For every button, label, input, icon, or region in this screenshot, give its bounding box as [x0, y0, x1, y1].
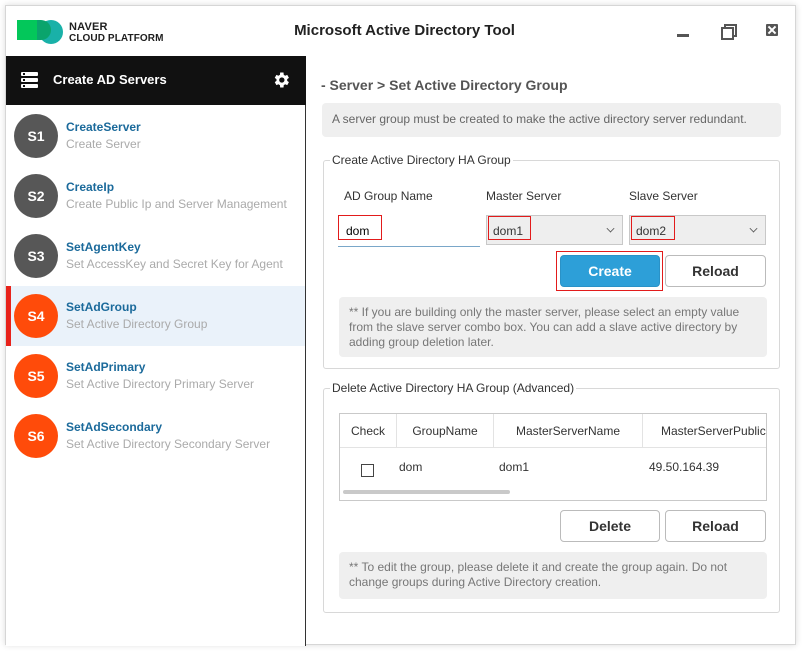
delete-group-note: ** To edit the group, please delete it a…: [339, 552, 767, 599]
sidebar-title: Create AD Servers: [53, 72, 167, 87]
step-setadsecondary[interactable]: S6 SetAdSecondary Set Active Directory S…: [6, 406, 305, 466]
minimize-icon[interactable]: [676, 24, 690, 38]
chevron-down-icon: [606, 224, 615, 233]
reload-button-delete[interactable]: Reload: [665, 510, 766, 542]
step-setagentkey[interactable]: S3 SetAgentKey Set AccessKey and Secret …: [6, 226, 305, 286]
reload-button-create[interactable]: Reload: [665, 255, 766, 287]
step-name: CreateServer: [66, 120, 141, 134]
gear-icon[interactable]: [271, 70, 291, 90]
info-banner: A server group must be created to make t…: [322, 103, 781, 137]
row-public-ip: 49.50.164.39: [649, 460, 720, 474]
delete-ha-group-panel: Delete Active Directory HA Group (Advanc…: [323, 381, 780, 613]
app-window: NAVER CLOUD PLATFORM Microsoft Active Di…: [5, 5, 797, 646]
step-desc: Set Active Directory Group: [66, 317, 208, 331]
window-title-text: Microsoft Active Directory Tool: [294, 22, 515, 39]
column-header-groupname[interactable]: GroupName: [397, 414, 494, 448]
group-name-label: AD Group Name: [344, 189, 433, 203]
column-header-masterserverpublic[interactable]: MasterServerPublic: [643, 414, 766, 448]
master-server-select[interactable]: dom1: [486, 215, 623, 245]
row-checkbox[interactable]: [361, 464, 374, 477]
table-header: Check GroupName MasterServerName MasterS…: [340, 414, 766, 448]
server-list-icon: [21, 72, 38, 88]
step-badge: S4: [14, 294, 58, 338]
group-table: Check GroupName MasterServerName MasterS…: [339, 413, 767, 501]
step-badge: S1: [14, 114, 58, 158]
slave-server-label: Slave Server: [629, 189, 698, 203]
step-name: SetAdGroup: [66, 300, 137, 314]
step-name: SetAgentKey: [66, 240, 141, 254]
breadcrumb: - Server > Set Active Directory Group: [321, 77, 568, 93]
close-icon[interactable]: [766, 24, 780, 38]
sidebar: Create AD Servers S1 CreateServer Create…: [6, 56, 306, 646]
step-desc: Create Public Ip and Server Management: [66, 197, 287, 211]
group-name-input[interactable]: [338, 215, 480, 247]
step-name: CreateIp: [66, 180, 115, 194]
chevron-down-icon: [749, 224, 758, 233]
main-panel: - Server > Set Active Directory Group A …: [307, 56, 797, 646]
slave-server-select[interactable]: dom2: [629, 215, 766, 245]
step-desc: Set AccessKey and Secret Key for Agent: [66, 257, 283, 271]
create-ha-group-panel: Create Active Directory HA Group AD Grou…: [323, 153, 780, 369]
column-header-masterservername[interactable]: MasterServerName: [494, 414, 643, 448]
master-server-value: dom1: [493, 224, 524, 238]
sidebar-header: Create AD Servers: [6, 56, 306, 105]
step-name: SetAdPrimary: [66, 360, 146, 374]
step-setadgroup[interactable]: S4 SetAdGroup Set Active Directory Group: [6, 286, 305, 346]
row-groupname: dom: [399, 460, 423, 474]
slave-server-value: dom2: [636, 224, 667, 238]
step-desc: Set Active Directory Primary Server: [66, 377, 255, 391]
horizontal-scrollbar[interactable]: [343, 490, 510, 494]
step-badge: S6: [14, 414, 58, 458]
step-badge: S3: [14, 234, 58, 278]
step-badge: S5: [14, 354, 58, 398]
step-desc: Create Server: [66, 137, 141, 151]
delete-button[interactable]: Delete: [560, 510, 660, 542]
delete-ha-group-legend: Delete Active Directory HA Group (Advanc…: [332, 381, 575, 395]
create-ha-group-legend: Create Active Directory HA Group: [332, 153, 511, 167]
column-header-check[interactable]: Check: [340, 414, 397, 448]
step-name: SetAdSecondary: [66, 420, 163, 434]
create-group-note: ** If you are building only the master s…: [339, 297, 767, 357]
step-desc: Set Active Directory Secondary Server: [66, 437, 271, 451]
restore-icon[interactable]: [721, 24, 737, 40]
title-bar: NAVER CLOUD PLATFORM Microsoft Active Di…: [6, 6, 795, 56]
step-createip[interactable]: S2 CreateIp Create Public Ip and Server …: [6, 166, 305, 226]
create-button[interactable]: Create: [560, 255, 660, 287]
step-setadprimary[interactable]: S5 SetAdPrimary Set Active Directory Pri…: [6, 346, 305, 406]
step-createserver[interactable]: S1 CreateServer Create Server: [6, 106, 305, 166]
master-server-label: Master Server: [486, 189, 562, 203]
step-badge: S2: [14, 174, 58, 218]
row-mastername: dom1: [499, 460, 530, 474]
